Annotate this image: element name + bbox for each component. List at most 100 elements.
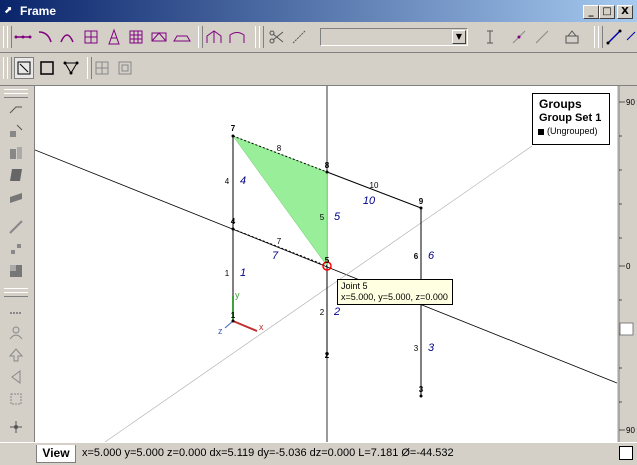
secondary-toolbar	[0, 53, 637, 86]
tool-icon[interactable]	[562, 26, 582, 48]
frame-grid-icon[interactable]	[81, 26, 101, 48]
joint-label: 6	[414, 252, 419, 261]
array-icon[interactable]	[6, 240, 26, 258]
local-z-axis	[224, 320, 234, 329]
joint-label: 8	[325, 161, 330, 170]
status-bar: View x=5.000 y=5.000 z=0.000 dx=5.119 dy…	[0, 442, 637, 465]
member-label-blue: 10	[363, 195, 376, 207]
line-icon[interactable]	[532, 26, 552, 48]
legend-swatch	[538, 129, 544, 135]
window-title: Frame	[20, 4, 57, 18]
model-view-canvas[interactable]: x y z 7 8 9 4 1 2 5 3 6 1 2 3 4 5 7 8 10…	[35, 86, 617, 442]
tab-view[interactable]: View	[36, 445, 76, 463]
frame-view-icon[interactable]	[115, 57, 135, 79]
selected-panel[interactable]	[232, 135, 328, 267]
axis-label-x: x	[259, 322, 264, 332]
close-button[interactable]: X	[617, 5, 633, 19]
support-icon[interactable]	[6, 302, 26, 320]
translate-icon[interactable]	[6, 100, 26, 118]
maximize-button[interactable]: □	[599, 5, 615, 19]
group-select[interactable]: ▼	[320, 28, 468, 46]
ruler-tick-label: 0	[626, 262, 631, 271]
select-nodes-icon[interactable]	[61, 57, 81, 79]
diagonal-member-icon[interactable]	[604, 26, 624, 48]
scissors-icon[interactable]	[266, 26, 286, 48]
rotate-icon[interactable]	[6, 144, 26, 162]
legend-group-set: Group Set 1	[539, 112, 602, 124]
joint-tooltip: Joint 5 x=5.000, y=5.000, z=0.000	[337, 279, 453, 305]
grid-view-icon[interactable]	[92, 57, 112, 79]
member-label-blue: 4	[240, 175, 246, 187]
groups-legend[interactable]: Groups Group Set 1 (Ungrouped)	[532, 93, 610, 145]
member-label: 3	[414, 344, 419, 353]
tooltip-coords: x=5.000, y=5.000, z=0.000	[341, 292, 448, 302]
member-label: 8	[277, 144, 282, 153]
member-label: 2	[320, 308, 325, 317]
tooltip-title: Joint 5	[341, 281, 368, 291]
resize-grip[interactable]	[619, 446, 633, 460]
mirror-icon[interactable]	[6, 262, 26, 280]
joint-7[interactable]	[231, 134, 235, 138]
draw-line-icon[interactable]	[13, 26, 33, 48]
vertical-ruler[interactable]: 90 0 90	[617, 86, 637, 442]
portal-frame-icon[interactable]	[227, 26, 247, 48]
chevron-down-icon[interactable]: ▼	[452, 30, 466, 44]
main-toolbar: ▼	[0, 22, 637, 53]
load-icon[interactable]	[6, 346, 26, 364]
joint-label: 5	[325, 256, 330, 265]
toolbar-grip[interactable]	[259, 26, 264, 48]
mesh-grid-icon[interactable]	[126, 26, 146, 48]
joint-label: 3	[419, 385, 424, 394]
joint-4[interactable]	[231, 227, 235, 231]
move-icon[interactable]	[6, 122, 26, 140]
toolbar-grip[interactable]	[7, 57, 12, 79]
draw-curve-icon[interactable]	[35, 26, 55, 48]
tower-icon[interactable]	[104, 26, 124, 48]
select-box-icon[interactable]	[37, 57, 57, 79]
member-label: 4	[225, 177, 230, 186]
extrude-icon[interactable]	[6, 188, 26, 206]
joint-8[interactable]	[325, 170, 329, 174]
member-label: 7	[277, 237, 282, 246]
joint-9[interactable]	[419, 206, 423, 210]
text-cursor-icon[interactable]	[480, 26, 500, 48]
status-text: x=5.000 y=5.000 z=0.000 dx=5.119 dy=-5.0…	[82, 447, 454, 459]
joint-3[interactable]	[419, 394, 423, 398]
toolbar-grip[interactable]	[7, 26, 12, 48]
joint-label: 7	[231, 124, 236, 133]
toolbar-grip[interactable]	[4, 93, 28, 98]
toolbar-separator	[198, 26, 203, 48]
joint-label: 4	[231, 217, 236, 226]
axis-label-z: z	[218, 326, 223, 336]
user-icon[interactable]	[6, 324, 26, 342]
member-label-blue: 1	[240, 267, 246, 279]
joint-label: 9	[419, 197, 424, 206]
bridge-icon[interactable]	[172, 26, 192, 48]
left-toolbar	[0, 86, 35, 442]
toolbar-grip[interactable]	[4, 292, 28, 297]
ruler-tick-label: 90	[626, 426, 635, 435]
section-icon[interactable]	[6, 390, 26, 408]
minimize-button[interactable]: _	[583, 5, 599, 19]
toolbar-grip[interactable]	[598, 26, 603, 48]
skew-icon[interactable]	[6, 166, 26, 184]
joint-label: 2	[325, 351, 330, 360]
title-bar: ⬈ Frame _ □ X	[0, 0, 637, 22]
arch-frame-icon[interactable]	[204, 26, 224, 48]
arrow-member-icon[interactable]	[624, 26, 637, 48]
member-icon[interactable]	[509, 26, 529, 48]
member-label-blue: 5	[334, 211, 341, 223]
legend-item: (Ungrouped)	[547, 126, 598, 136]
draw-arc-icon[interactable]	[57, 26, 77, 48]
select-window-icon[interactable]	[14, 57, 34, 79]
local-x-axis	[232, 320, 258, 332]
divide-icon[interactable]	[6, 218, 26, 236]
node-icon[interactable]	[6, 418, 26, 436]
connect-icon[interactable]	[289, 26, 309, 48]
release-icon[interactable]	[6, 368, 26, 386]
ruler-slider[interactable]	[619, 322, 634, 336]
truss-icon[interactable]	[149, 26, 169, 48]
legend-title: Groups	[539, 97, 582, 111]
joint-label: 1	[231, 311, 236, 320]
app-icon: ⬈	[4, 5, 13, 16]
